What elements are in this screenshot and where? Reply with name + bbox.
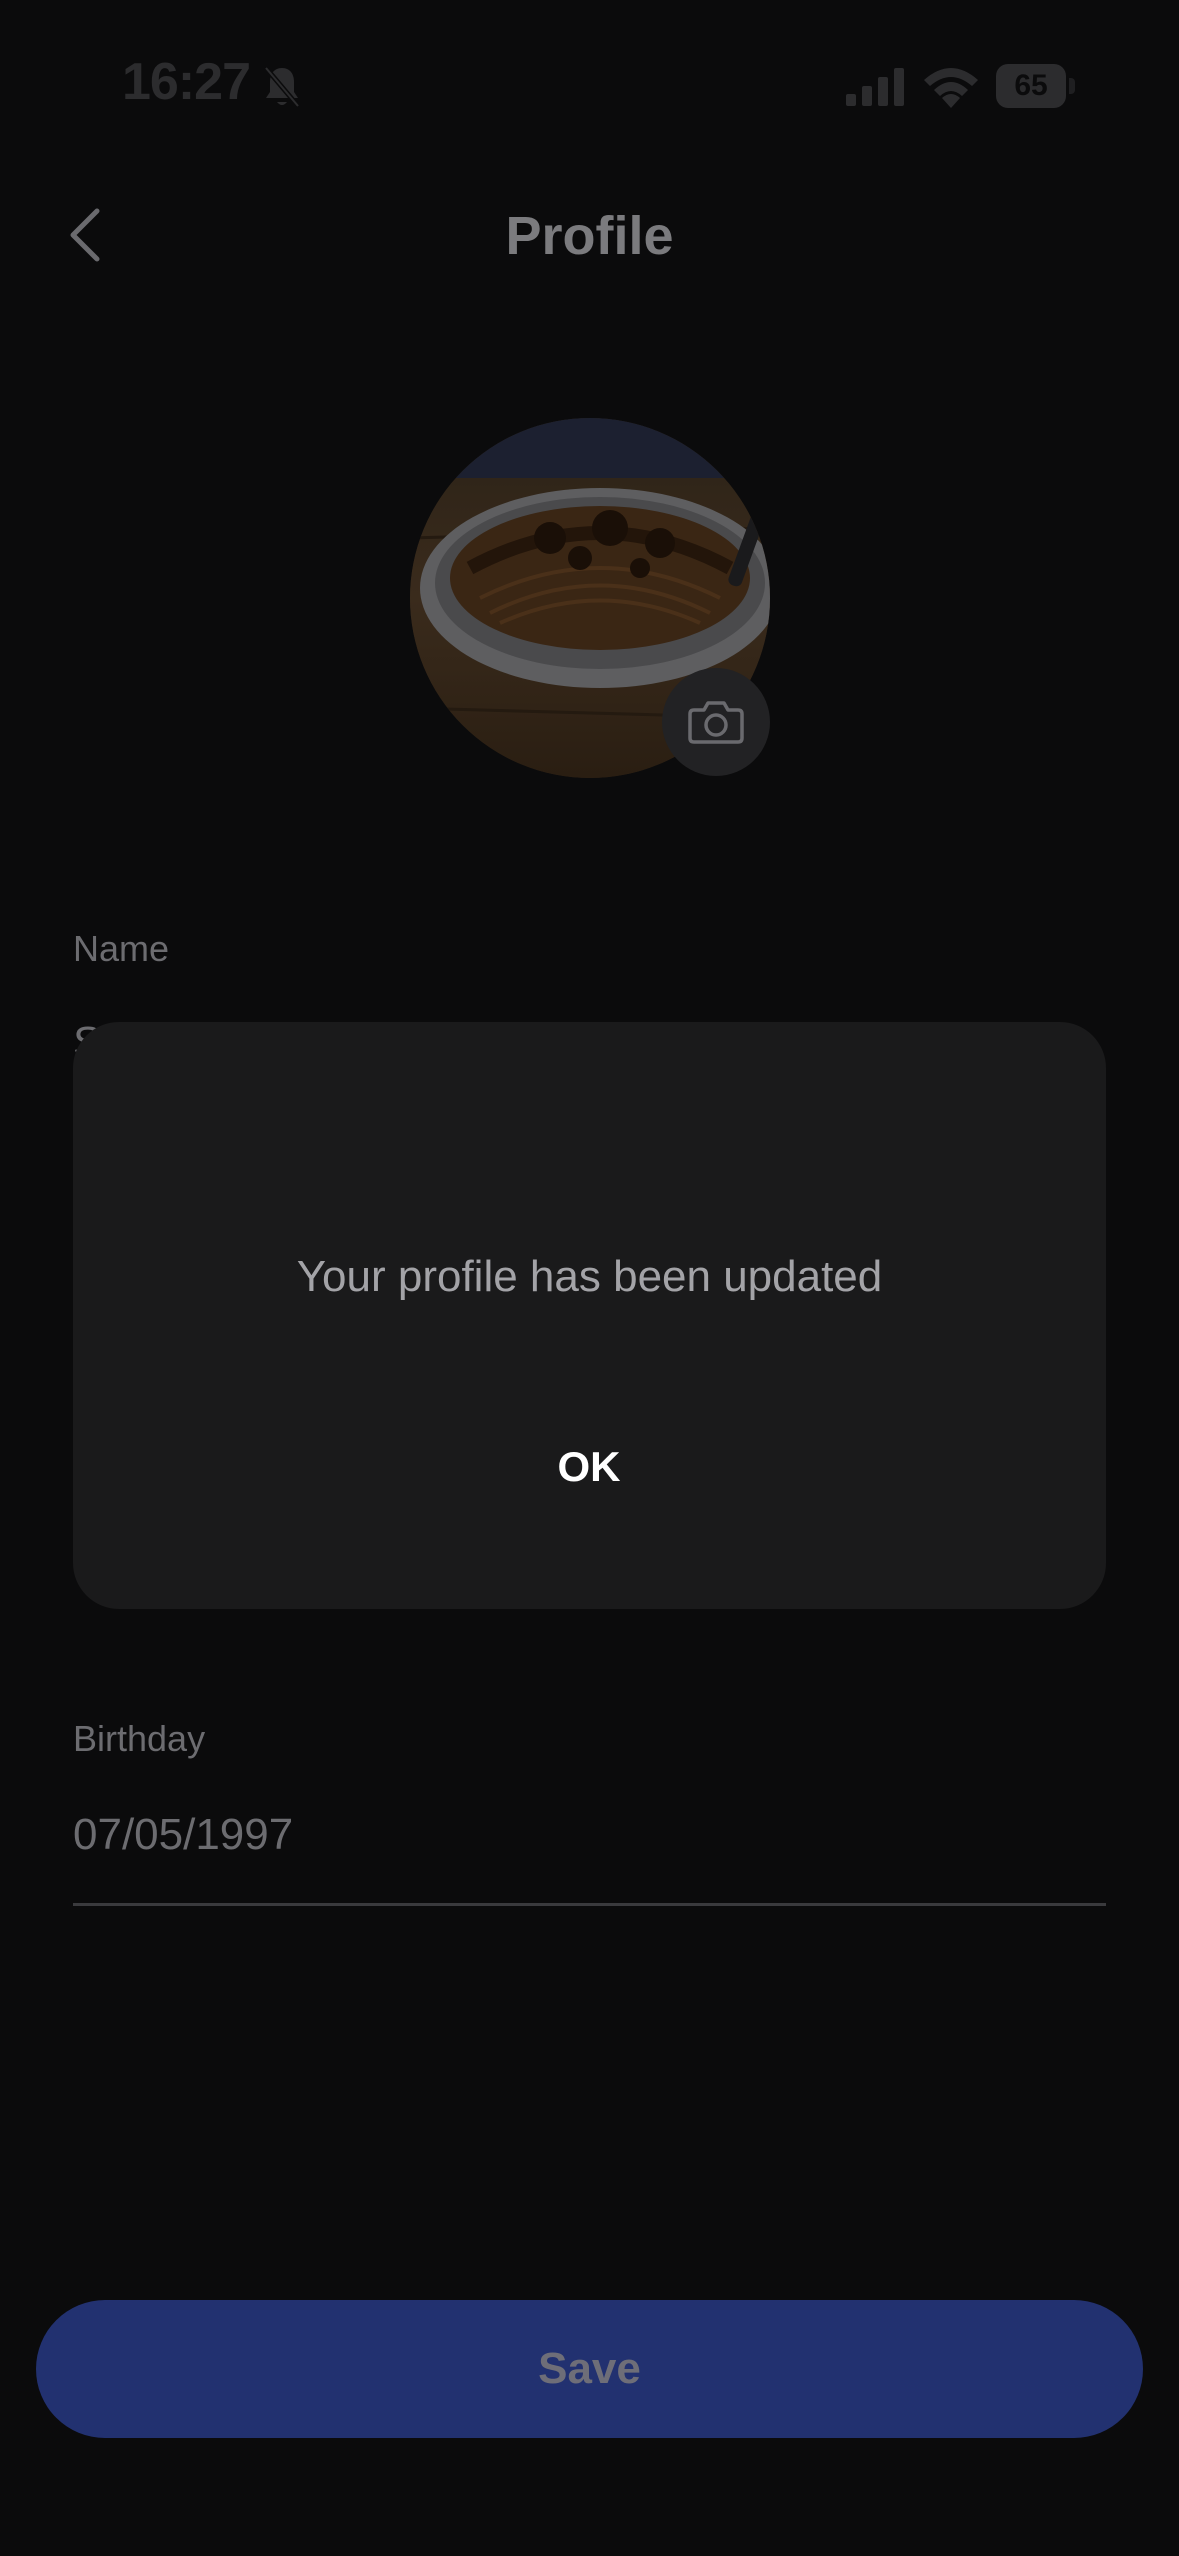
battery-icon: 65 (996, 64, 1076, 108)
ok-button[interactable]: OK (439, 1422, 739, 1512)
status-bar: 16:27 65 (0, 0, 1179, 175)
birthday-label: Birthday (73, 1718, 206, 1759)
save-button[interactable]: Save (36, 2300, 1143, 2438)
birthday-underline (73, 1903, 1106, 1906)
change-photo-button[interactable] (662, 668, 770, 776)
wifi-icon (924, 68, 978, 108)
status-time: 16:27 (122, 53, 251, 111)
page-title: Profile (505, 206, 674, 266)
profile-screen: 16:27 65 Profile Name Birthday 07/05/199… (0, 0, 1179, 2556)
bell-slash-icon (264, 66, 300, 108)
avatar-container (410, 418, 770, 778)
name-label: Name (73, 928, 170, 969)
dialog-message: Your profile has been updated (296, 1252, 883, 1301)
birthday-field[interactable]: 07/05/1997 (73, 1810, 293, 1860)
cellular-signal-icon (846, 68, 904, 106)
confirmation-dialog: Your profile has been updated OK (73, 1022, 1106, 1609)
battery-level: 65 (996, 64, 1066, 108)
camera-icon (688, 701, 744, 744)
